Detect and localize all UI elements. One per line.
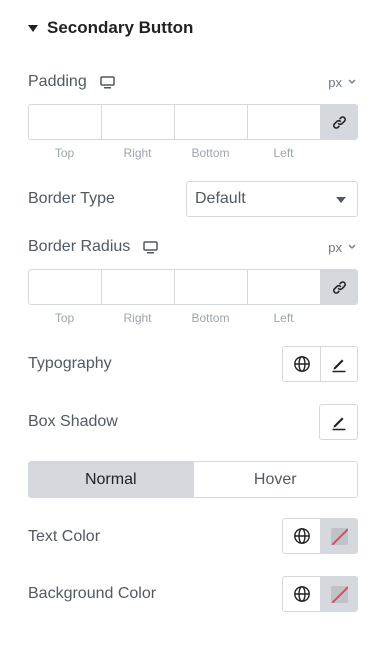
chevron-down-icon bbox=[348, 244, 356, 249]
padding-left-input[interactable] bbox=[248, 105, 320, 139]
text-color-button-group bbox=[282, 518, 358, 554]
padding-top-cell bbox=[29, 105, 102, 139]
typography-global-button[interactable] bbox=[283, 347, 320, 381]
padding-bottom-cell bbox=[175, 105, 248, 139]
typography-label: Typography bbox=[28, 355, 112, 372]
border-radius-top-label: Top bbox=[54, 311, 75, 325]
border-type-label: Border Type bbox=[28, 190, 115, 207]
border-radius-right-cell bbox=[102, 270, 175, 304]
border-radius-dimensions bbox=[28, 269, 358, 305]
background-color-global-button[interactable] bbox=[283, 577, 320, 611]
padding-link-button[interactable] bbox=[321, 105, 357, 139]
border-type-control: Border Type bbox=[28, 189, 115, 209]
box-shadow-control: Box Shadow bbox=[28, 412, 118, 432]
box-shadow-label: Box Shadow bbox=[28, 413, 118, 430]
typography-button-group bbox=[282, 346, 358, 382]
chevron-down-icon bbox=[348, 79, 356, 84]
padding-bottom-input[interactable] bbox=[175, 105, 247, 139]
border-radius-right-input[interactable] bbox=[102, 270, 174, 304]
text-color-control: Text Color bbox=[28, 527, 100, 547]
tab-normal[interactable]: Normal bbox=[29, 462, 193, 497]
tab-hover[interactable]: Hover bbox=[192, 462, 357, 497]
border-radius-bottom-label: Bottom bbox=[191, 311, 230, 325]
padding-left-cell bbox=[248, 105, 321, 139]
border-radius-control: Border Radius bbox=[28, 237, 159, 257]
border-type-select[interactable]: Default bbox=[186, 181, 358, 217]
background-color-picker-button[interactable] bbox=[320, 577, 357, 611]
padding-unit-select[interactable]: px bbox=[328, 74, 356, 90]
desktop-icon[interactable] bbox=[143, 240, 159, 254]
padding-label: Padding bbox=[28, 73, 87, 90]
border-radius-link-button[interactable] bbox=[321, 270, 357, 304]
padding-left-label: Left bbox=[273, 146, 294, 160]
border-radius-top-input[interactable] bbox=[29, 270, 101, 304]
border-radius-bottom-input[interactable] bbox=[175, 270, 247, 304]
background-color-button-group bbox=[282, 576, 358, 612]
border-radius-bottom-cell bbox=[175, 270, 248, 304]
padding-bottom-label: Bottom bbox=[191, 146, 230, 160]
padding-control: Padding bbox=[28, 72, 115, 92]
typography-edit-button[interactable] bbox=[320, 347, 357, 381]
border-radius-left-label: Left bbox=[273, 311, 294, 325]
text-color-label: Text Color bbox=[28, 528, 101, 545]
padding-dimensions bbox=[28, 104, 358, 140]
typography-control: Typography bbox=[28, 354, 112, 374]
padding-right-cell bbox=[102, 105, 175, 139]
border-radius-unit-value: px bbox=[328, 239, 342, 255]
color-swatch-icon bbox=[330, 585, 348, 603]
padding-right-input[interactable] bbox=[102, 105, 174, 139]
globe-icon bbox=[293, 528, 310, 544]
pencil-icon bbox=[332, 359, 346, 373]
caret-down-icon bbox=[28, 24, 38, 32]
link-icon bbox=[332, 115, 346, 129]
border-type-value: Default bbox=[195, 190, 246, 207]
globe-icon bbox=[293, 356, 310, 372]
state-tabs: Normal Hover bbox=[28, 461, 358, 498]
section-header[interactable]: Secondary Button bbox=[28, 17, 193, 39]
border-radius-top-cell bbox=[29, 270, 102, 304]
border-radius-left-input[interactable] bbox=[248, 270, 320, 304]
padding-dimension-labels: Top Right Bottom Left bbox=[28, 146, 320, 160]
border-radius-right-label: Right bbox=[123, 311, 152, 325]
text-color-global-button[interactable] bbox=[283, 519, 320, 553]
border-radius-left-cell bbox=[248, 270, 321, 304]
background-color-control: Background Color bbox=[28, 584, 156, 604]
desktop-icon[interactable] bbox=[99, 75, 115, 89]
padding-top-input[interactable] bbox=[29, 105, 101, 139]
text-color-picker-button[interactable] bbox=[320, 519, 357, 553]
padding-unit-value: px bbox=[328, 74, 342, 90]
box-shadow-button-group bbox=[319, 404, 358, 440]
section-title: Secondary Button bbox=[47, 18, 194, 37]
pencil-icon bbox=[332, 417, 345, 431]
border-radius-unit-select[interactable]: px bbox=[328, 239, 356, 255]
box-shadow-edit-button[interactable] bbox=[320, 405, 357, 439]
globe-icon bbox=[293, 586, 310, 602]
padding-top-label: Top bbox=[54, 146, 75, 160]
border-radius-dimension-labels: Top Right Bottom Left bbox=[28, 311, 320, 325]
color-swatch-icon bbox=[330, 527, 348, 545]
link-icon bbox=[332, 280, 346, 294]
border-radius-label: Border Radius bbox=[28, 238, 131, 255]
caret-down-icon bbox=[336, 197, 346, 203]
padding-right-label: Right bbox=[123, 146, 152, 160]
background-color-label: Background Color bbox=[28, 585, 157, 602]
